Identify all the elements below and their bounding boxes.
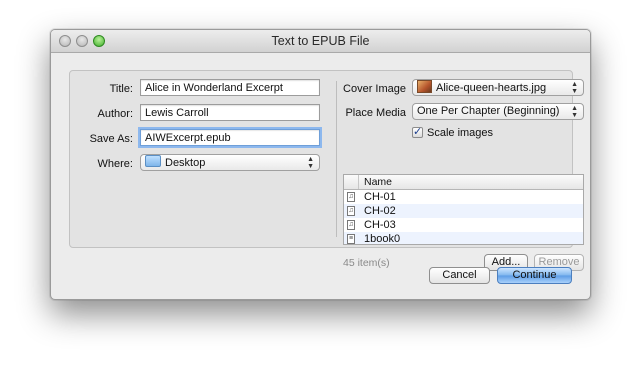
folder-icon bbox=[145, 155, 161, 167]
chevron-updown-icon: ▲ ▼ bbox=[571, 81, 578, 95]
where-popup[interactable]: Desktop ▲ ▼ bbox=[140, 154, 320, 171]
continue-button[interactable]: Continue bbox=[497, 267, 572, 284]
where-label: Where: bbox=[97, 158, 133, 170]
title-field[interactable]: Alice in Wonderland Excerpt bbox=[140, 79, 320, 96]
author-field[interactable]: Lewis Carroll bbox=[140, 104, 320, 121]
text-file-icon: ♫ bbox=[347, 220, 355, 230]
chevron-updown-icon: ▲ ▼ bbox=[307, 156, 314, 170]
file-name: CH-02 bbox=[364, 205, 396, 217]
column-divider bbox=[336, 81, 337, 237]
table-row[interactable]: ♫ CH-02 bbox=[344, 204, 583, 218]
dialog-window: Text to EPUB File Title: Alice in Wonder… bbox=[50, 29, 591, 300]
chevron-updown-icon: ▲ ▼ bbox=[571, 105, 578, 119]
save-as-field[interactable]: AIWExcerpt.epub bbox=[140, 129, 320, 146]
author-label: Author: bbox=[97, 108, 133, 120]
where-value: Desktop bbox=[165, 157, 206, 169]
window-title: Text to EPUB File bbox=[271, 34, 370, 48]
file-table[interactable]: Name ♫ CH-01 ♫ CH-02 ♫ CH-03 ≡ 1book0 bbox=[343, 174, 584, 245]
save-as-label: Save As: bbox=[89, 133, 133, 145]
table-row[interactable]: ♫ CH-01 bbox=[344, 190, 583, 204]
text-file-icon: ≡ bbox=[347, 234, 355, 244]
file-name: CH-01 bbox=[364, 191, 396, 203]
cancel-button[interactable]: Cancel bbox=[429, 267, 490, 284]
table-row[interactable]: ≡ 1book0 bbox=[344, 232, 583, 245]
place-media-label: Place Media bbox=[345, 107, 406, 119]
image-thumbnail-icon bbox=[417, 80, 432, 93]
place-media-popup[interactable]: One Per Chapter (Beginning) ▲ ▼ bbox=[412, 103, 584, 120]
place-media-value: One Per Chapter (Beginning) bbox=[417, 105, 560, 117]
text-file-icon: ♫ bbox=[347, 192, 355, 202]
file-name: CH-03 bbox=[364, 219, 396, 231]
scale-images-label: Scale images bbox=[427, 127, 494, 139]
cover-image-popup[interactable]: Alice-queen-hearts.jpg ▲ ▼ bbox=[412, 79, 584, 96]
title-bar: Text to EPUB File bbox=[51, 30, 590, 53]
scale-images-checkbox[interactable]: ✓ bbox=[412, 127, 423, 138]
item-count: 45 item(s) bbox=[343, 257, 390, 269]
icon-column-header[interactable] bbox=[344, 175, 359, 189]
cover-image-label: Cover Image bbox=[343, 83, 406, 95]
title-label: Title: bbox=[109, 83, 133, 95]
file-name: 1book0 bbox=[364, 233, 401, 245]
cover-image-value: Alice-queen-hearts.jpg bbox=[436, 82, 547, 94]
text-file-icon: ♫ bbox=[347, 206, 355, 216]
name-column-header[interactable]: Name bbox=[364, 176, 392, 188]
settings-panel: Title: Alice in Wonderland Excerpt Autho… bbox=[69, 70, 584, 271]
table-header: Name bbox=[344, 175, 583, 190]
table-row[interactable]: ♫ CH-03 bbox=[344, 218, 583, 232]
